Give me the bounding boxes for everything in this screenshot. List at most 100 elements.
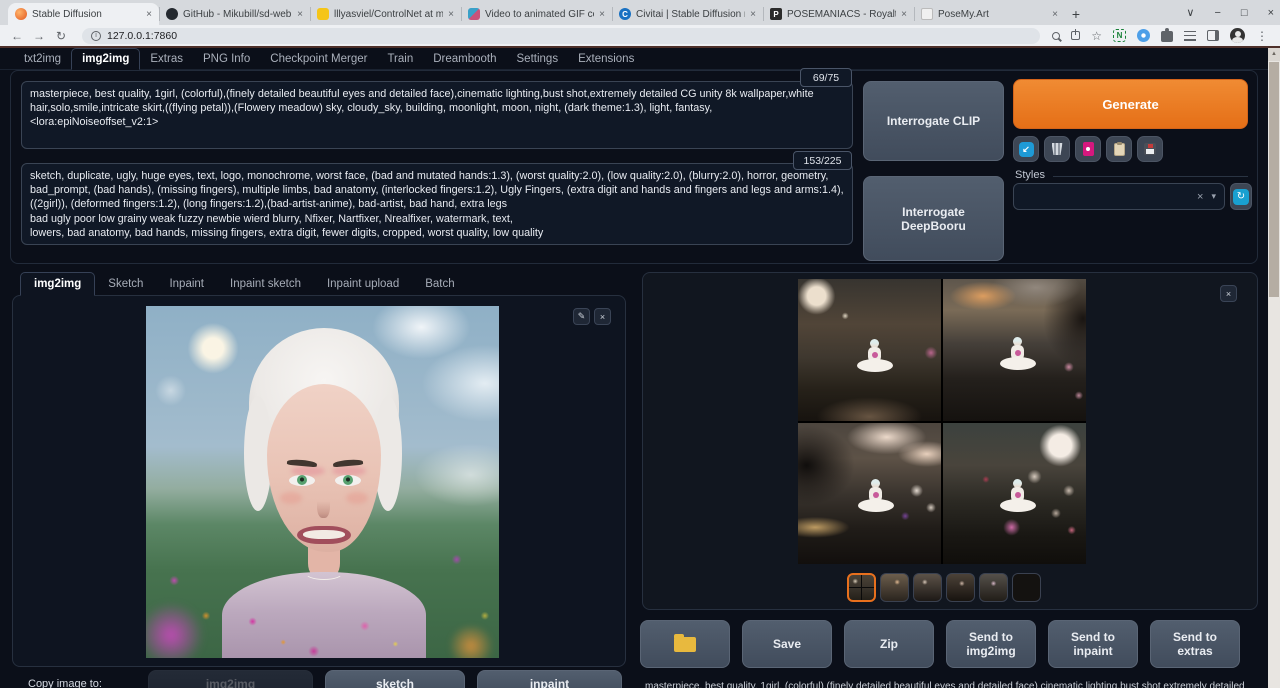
tab-extras[interactable]: Extras — [140, 49, 193, 69]
tab-close-icon[interactable]: × — [297, 9, 303, 20]
save-button[interactable]: Save — [742, 620, 832, 668]
extensions-puzzle-icon[interactable] — [1161, 31, 1173, 42]
paste-generation-params-button[interactable]: ↙ — [1013, 136, 1039, 162]
generate-button[interactable]: Generate — [1013, 79, 1248, 129]
tab-title: Stable Diffusion — [32, 9, 141, 20]
copy-to-sketch-button[interactable]: sketch — [325, 670, 465, 688]
address-bar[interactable]: i 127.0.0.1:7860 — [82, 28, 1040, 44]
interrogate-clip-button[interactable]: Interrogate CLIP — [863, 81, 1004, 161]
minimize-button[interactable]: − — [1214, 7, 1220, 19]
browser-tab-gif-converter[interactable]: Video to animated GIF converter × — [461, 3, 612, 25]
tab-close-icon[interactable]: × — [1052, 9, 1058, 20]
extension-n-icon[interactable]: N — [1113, 29, 1126, 42]
tab-title: GitHub - Mikubill/sd-webui-con — [183, 9, 292, 20]
gallery-box: × — [642, 272, 1258, 610]
browser-tab-github[interactable]: GitHub - Mikubill/sd-webui-con × — [159, 3, 310, 25]
subtab-img2img[interactable]: img2img — [20, 272, 95, 296]
close-gallery-button[interactable]: × — [1220, 285, 1237, 302]
extra-networks-button[interactable] — [1075, 136, 1101, 162]
quick-action-buttons: ↙ — [1013, 136, 1163, 162]
new-tab-button[interactable]: + — [1065, 3, 1087, 25]
browser-menu-icon[interactable]: ⋮ — [1256, 29, 1268, 43]
refresh-styles-button[interactable]: ↻ — [1230, 183, 1252, 210]
tab-title: PoseMy.Art — [938, 9, 1047, 20]
zip-button[interactable]: Zip — [844, 620, 934, 668]
tab-dreambooth[interactable]: Dreambooth — [423, 49, 506, 69]
window-controls: ∨ − □ × — [1186, 0, 1274, 25]
apply-styles-button[interactable] — [1106, 136, 1132, 162]
result-image-4[interactable] — [943, 423, 1086, 565]
source-image-portrait[interactable] — [146, 306, 499, 658]
open-folder-button[interactable] — [640, 620, 730, 668]
profile-avatar[interactable] — [1230, 28, 1245, 43]
forward-icon[interactable]: → — [30, 29, 48, 43]
tab-png-info[interactable]: PNG Info — [193, 49, 260, 69]
tab-close-icon[interactable]: × — [599, 9, 605, 20]
send-to-extras-button[interactable]: Send to extras — [1150, 620, 1240, 668]
browser-tab-posemyart[interactable]: PoseMy.Art × — [914, 3, 1065, 25]
save-style-button[interactable] — [1137, 136, 1163, 162]
tab-close-icon[interactable]: × — [146, 9, 152, 20]
thumbnail-6[interactable] — [1012, 573, 1041, 602]
prompt-textarea[interactable]: masterpiece, best quality, 1girl, (color… — [21, 81, 853, 149]
tab-checkpoint-merger[interactable]: Checkpoint Merger — [260, 49, 377, 69]
stable-diffusion-favicon — [15, 8, 27, 20]
zoom-icon[interactable] — [1052, 32, 1060, 40]
subtab-sketch[interactable]: Sketch — [95, 273, 156, 295]
reading-list-icon[interactable] — [1184, 31, 1196, 41]
copy-to-inpaint-button[interactable]: inpaint — [477, 670, 622, 688]
source-image-panel: ✎ × — [12, 295, 626, 667]
side-panel-icon[interactable] — [1207, 30, 1219, 41]
result-image-3[interactable] — [798, 423, 941, 565]
close-window-button[interactable]: × — [1268, 7, 1274, 19]
thumbnail-1-selected[interactable] — [847, 573, 876, 602]
page-scrollbar[interactable]: ▲ — [1268, 48, 1280, 688]
extension-blue-icon[interactable] — [1137, 29, 1150, 42]
tab-settings[interactable]: Settings — [507, 49, 569, 69]
styles-clear-icon[interactable]: × — [1197, 191, 1203, 203]
github-favicon — [166, 8, 178, 20]
tab-close-icon[interactable]: × — [901, 9, 907, 20]
subtab-inpaint-upload[interactable]: Inpaint upload — [314, 273, 412, 295]
tab-img2img[interactable]: img2img — [71, 48, 140, 70]
thumbnail-2[interactable] — [880, 573, 909, 602]
site-info-icon[interactable]: i — [91, 31, 101, 41]
back-icon[interactable]: ← — [8, 29, 26, 43]
tab-extensions[interactable]: Extensions — [568, 49, 644, 69]
clear-prompt-button[interactable] — [1044, 136, 1070, 162]
thumbnail-3[interactable] — [913, 573, 942, 602]
browser-tab-posemaniacs[interactable]: P POSEMANIACS - Royalty free 3 × — [763, 3, 914, 25]
scrollbar-thumb[interactable] — [1269, 62, 1279, 297]
negative-prompt-textarea[interactable]: sketch, duplicate, ugly, huge eyes, text… — [21, 163, 853, 245]
reload-icon[interactable]: ↻ — [52, 29, 70, 43]
share-icon[interactable] — [1071, 31, 1080, 40]
subtab-inpaint-sketch[interactable]: Inpaint sketch — [217, 273, 314, 295]
browser-tab-stable-diffusion[interactable]: Stable Diffusion × — [8, 3, 159, 25]
browser-tab-strip: Stable Diffusion × GitHub - Mikubill/sd-… — [0, 0, 1280, 25]
styles-dropdown[interactable]: × ▾ — [1013, 183, 1225, 210]
tab-search-icon[interactable]: ∨ — [1186, 6, 1194, 19]
tab-close-icon[interactable]: × — [750, 9, 756, 20]
thumbnail-4[interactable] — [946, 573, 975, 602]
maximize-button[interactable]: □ — [1241, 7, 1248, 19]
result-image-1[interactable] — [798, 279, 941, 421]
send-to-img2img-button[interactable]: Send to img2img — [946, 620, 1036, 668]
subtab-inpaint[interactable]: Inpaint — [156, 273, 217, 295]
browser-tab-controlnet[interactable]: lllyasviel/ControlNet at main × — [310, 3, 461, 25]
civitai-favicon: C — [619, 8, 631, 20]
portrait-dress — [222, 572, 426, 658]
edit-image-button[interactable]: ✎ — [573, 308, 590, 325]
subtab-batch[interactable]: Batch — [412, 273, 467, 295]
browser-tab-civitai[interactable]: C Civitai | Stable Diffusion model × — [612, 3, 763, 25]
portrait-nose — [317, 490, 330, 518]
interrogate-deepbooru-button[interactable]: Interrogate DeepBooru — [863, 176, 1004, 261]
send-to-inpaint-button[interactable]: Send to inpaint — [1048, 620, 1138, 668]
thumbnail-5[interactable] — [979, 573, 1008, 602]
remove-image-button[interactable]: × — [594, 308, 611, 325]
scrollbar-up-arrow[interactable]: ▲ — [1268, 48, 1280, 61]
tab-txt2img[interactable]: txt2img — [14, 49, 71, 69]
bookmark-star-icon[interactable]: ☆ — [1091, 29, 1102, 43]
tab-train[interactable]: Train — [377, 49, 423, 69]
result-image-2[interactable] — [943, 279, 1086, 421]
tab-close-icon[interactable]: × — [448, 9, 454, 20]
